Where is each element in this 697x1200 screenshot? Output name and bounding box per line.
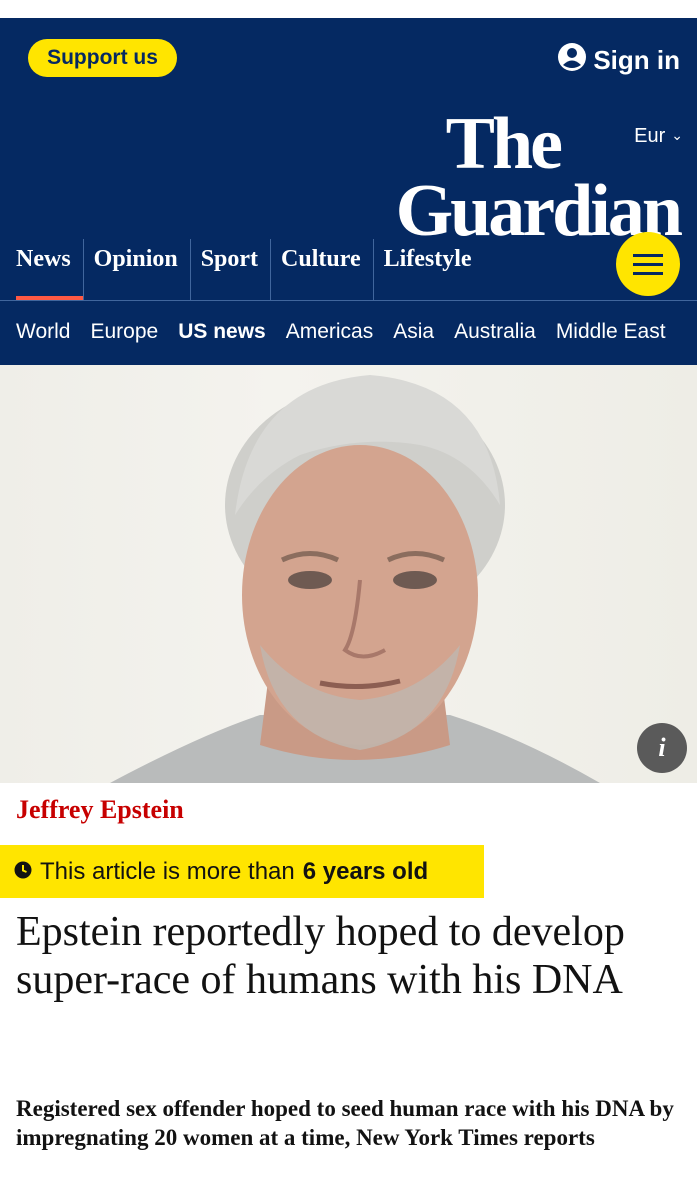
subnav-item-americas[interactable]: Americas (286, 320, 374, 344)
portrait-photo (110, 375, 600, 783)
pillar-nav: News Opinion Sport Culture Lifestyle (0, 239, 610, 301)
article-age-warning: This article is more than 6 years old (0, 845, 484, 898)
subnav-item-asia[interactable]: Asia (393, 320, 434, 344)
divider (0, 300, 697, 301)
sub-nav: World Europe US news Americas Asia Austr… (16, 320, 697, 344)
hamburger-menu-icon[interactable] (616, 232, 680, 296)
pillar-opinion[interactable]: Opinion (82, 239, 190, 301)
clock-icon (14, 858, 32, 886)
pillar-sport[interactable]: Sport (189, 239, 270, 301)
pillar-culture[interactable]: Culture (270, 239, 373, 301)
pillar-news[interactable]: News (0, 239, 83, 301)
support-us-button[interactable]: Support us (28, 39, 177, 77)
subnav-item-world[interactable]: World (16, 320, 70, 344)
hero-image: i (0, 365, 697, 783)
age-prefix: This article is more than (40, 857, 295, 885)
info-icon[interactable]: i (637, 723, 687, 773)
subnav-item-europe[interactable]: Europe (90, 320, 158, 344)
account-icon (557, 42, 587, 79)
pillar-lifestyle[interactable]: Lifestyle (372, 239, 484, 301)
article-headline: Epstein reportedly hoped to develop supe… (16, 909, 625, 1003)
guardian-logo[interactable]: The Guardian (396, 103, 683, 247)
subnav-item-middle-east[interactable]: Middle East (556, 320, 666, 344)
top-bar: Support us Sign in (0, 18, 697, 99)
article-standfirst: Registered sex offender hoped to seed hu… (16, 1096, 674, 1150)
sign-in-link[interactable]: Sign in (557, 42, 680, 78)
logo-line-1: The (445, 103, 563, 185)
masthead: Eur ⌄ The Guardian News Opinion Sport Cu… (0, 99, 697, 365)
sign-in-label: Sign in (593, 44, 680, 75)
article-kicker[interactable]: Jeffrey Epstein (16, 795, 184, 825)
subnav-item-australia[interactable]: Australia (454, 320, 536, 344)
age-value: 6 years old (302, 857, 429, 885)
subnav-item-us-news[interactable]: US news (178, 320, 266, 344)
